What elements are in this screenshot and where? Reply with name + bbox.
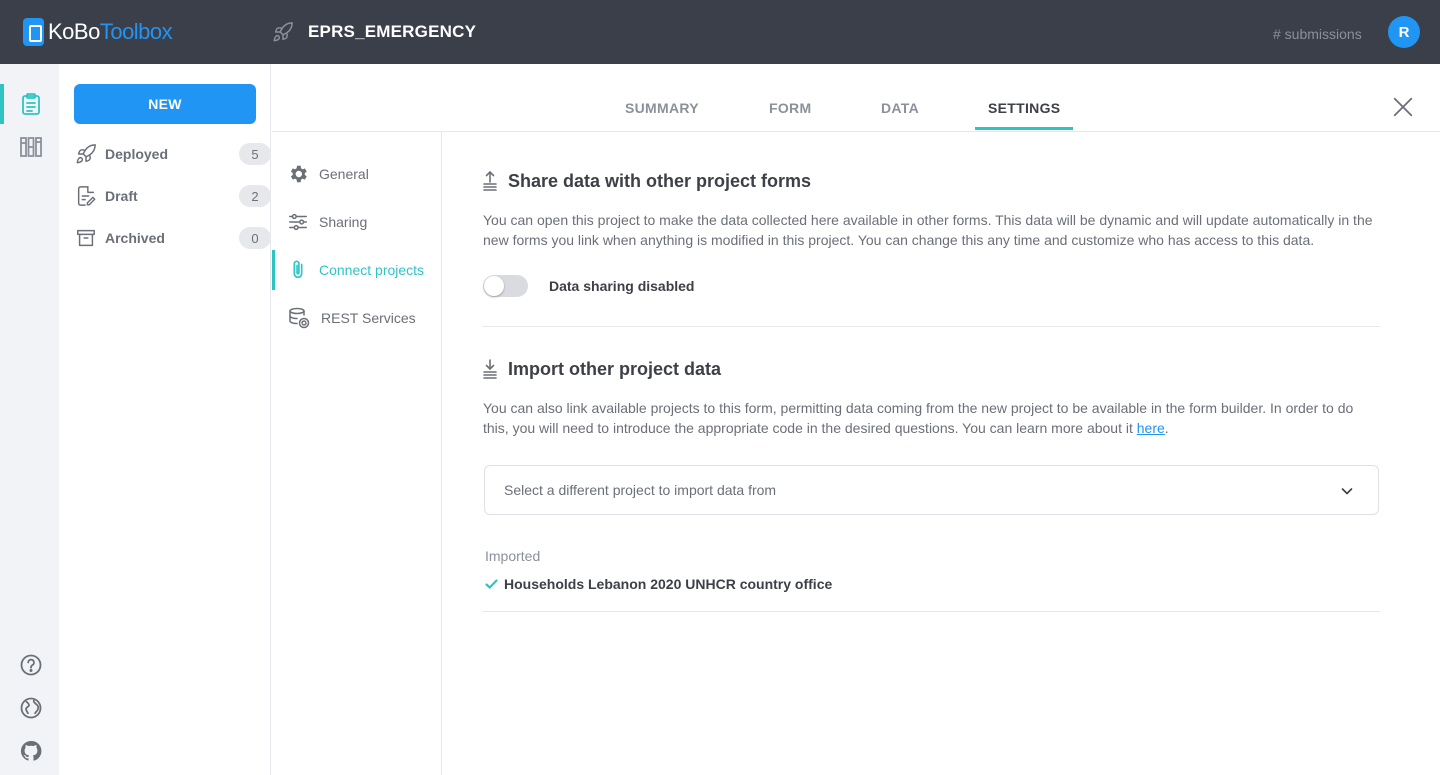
section-divider (482, 611, 1380, 612)
toggle-knob (484, 276, 504, 296)
language-globe-icon[interactable] (19, 696, 43, 720)
count-badge: 5 (239, 143, 271, 165)
forms-clipboard-icon[interactable] (19, 92, 43, 116)
submissions-count: # submissions (1273, 26, 1362, 42)
projects-sidebar: NEW Deployed 5 Draft 2 Archived 0 (59, 64, 271, 775)
new-project-button[interactable]: NEW (74, 84, 256, 124)
user-avatar[interactable]: R (1388, 16, 1420, 48)
download-icon (483, 359, 497, 379)
logo-icon (23, 18, 44, 46)
tab-summary[interactable]: SUMMARY (625, 100, 699, 116)
library-icon[interactable] (19, 135, 43, 159)
section-divider (482, 326, 1380, 327)
subnav-label: REST Services (321, 310, 416, 326)
subnav-sharing[interactable]: Sharing (272, 202, 441, 242)
rocket-icon (76, 144, 96, 164)
subnav-label: Sharing (319, 214, 368, 230)
count-badge: 0 (239, 227, 271, 249)
share-section-title: Share data with other project forms (508, 170, 812, 191)
tab-settings[interactable]: SETTINGS (988, 100, 1060, 116)
rocket-icon (273, 22, 293, 42)
database-sync-icon (289, 307, 310, 329)
paperclip-icon (293, 260, 303, 279)
import-section-header: Import other project data (482, 358, 721, 380)
subnav-connect-projects[interactable]: Connect projects (272, 250, 441, 290)
sliders-icon (289, 213, 307, 231)
data-sharing-toggle-row: Data sharing disabled (483, 275, 694, 297)
checkmark-icon (485, 579, 498, 589)
close-icon[interactable] (1392, 96, 1414, 118)
imported-heading: Imported (485, 548, 541, 564)
gear-icon (290, 165, 307, 183)
count-badge: 2 (239, 185, 271, 207)
sidebar-item-label: Deployed (105, 146, 169, 162)
data-sharing-toggle[interactable] (483, 275, 528, 297)
import-section-description: You can also link available projects to … (483, 398, 1380, 438)
project-tabs: SUMMARY FORM DATA SETTINGS (272, 64, 1440, 132)
upload-icon (483, 170, 497, 191)
top-bar: KoBoToolbox EPRS_EMERGENCY # submissions… (0, 0, 1440, 64)
tab-form[interactable]: FORM (769, 100, 811, 116)
subnav-label: General (319, 166, 369, 182)
rail-active-indicator (0, 84, 4, 124)
chevron-down-icon (1341, 488, 1353, 495)
icon-rail (0, 64, 59, 775)
settings-subnav: General Sharing Connect projects REST Se… (272, 132, 442, 775)
select-placeholder: Select a different project to import dat… (504, 482, 777, 498)
kobotoolbox-logo[interactable]: KoBoToolbox (23, 18, 173, 46)
imported-project-name: Households Lebanon 2020 UNHCR country of… (504, 576, 833, 592)
share-section-description: You can open this project to make the da… (483, 212, 1373, 248)
help-icon[interactable] (19, 653, 43, 677)
import-section-title: Import other project data (508, 358, 722, 379)
draft-edit-icon (77, 186, 96, 206)
sidebar-item-deployed[interactable]: Deployed 5 (75, 138, 271, 170)
import-description-text: You can also link available projects to … (483, 400, 1354, 436)
project-header: EPRS_EMERGENCY (272, 21, 476, 43)
archive-box-icon (77, 229, 95, 247)
sidebar-item-label: Archived (105, 230, 165, 246)
active-tab-indicator (975, 127, 1073, 130)
imported-project-item: Households Lebanon 2020 UNHCR country of… (485, 576, 832, 592)
github-icon[interactable] (19, 739, 43, 763)
import-project-select[interactable]: Select a different project to import dat… (484, 465, 1379, 515)
learn-more-link[interactable]: here (1137, 420, 1165, 436)
sidebar-item-label: Draft (105, 188, 138, 204)
tab-data[interactable]: DATA (881, 100, 919, 116)
import-description-suffix: . (1164, 420, 1169, 436)
main-panel: SUMMARY FORM DATA SETTINGS General Shari… (272, 64, 1440, 775)
project-title: EPRS_EMERGENCY (308, 22, 477, 41)
sidebar-item-archived[interactable]: Archived 0 (75, 222, 271, 254)
logo-text-kobo: KoBo (48, 19, 100, 44)
sidebar-item-draft[interactable]: Draft 2 (75, 180, 271, 212)
subnav-rest-services[interactable]: REST Services (272, 298, 441, 338)
subnav-general[interactable]: General (272, 154, 441, 194)
share-section-header: Share data with other project forms (482, 170, 811, 192)
subnav-label: Connect projects (319, 262, 425, 278)
data-sharing-toggle-label: Data sharing disabled (549, 278, 695, 294)
logo-text-toolbox: Toolbox (99, 19, 173, 44)
